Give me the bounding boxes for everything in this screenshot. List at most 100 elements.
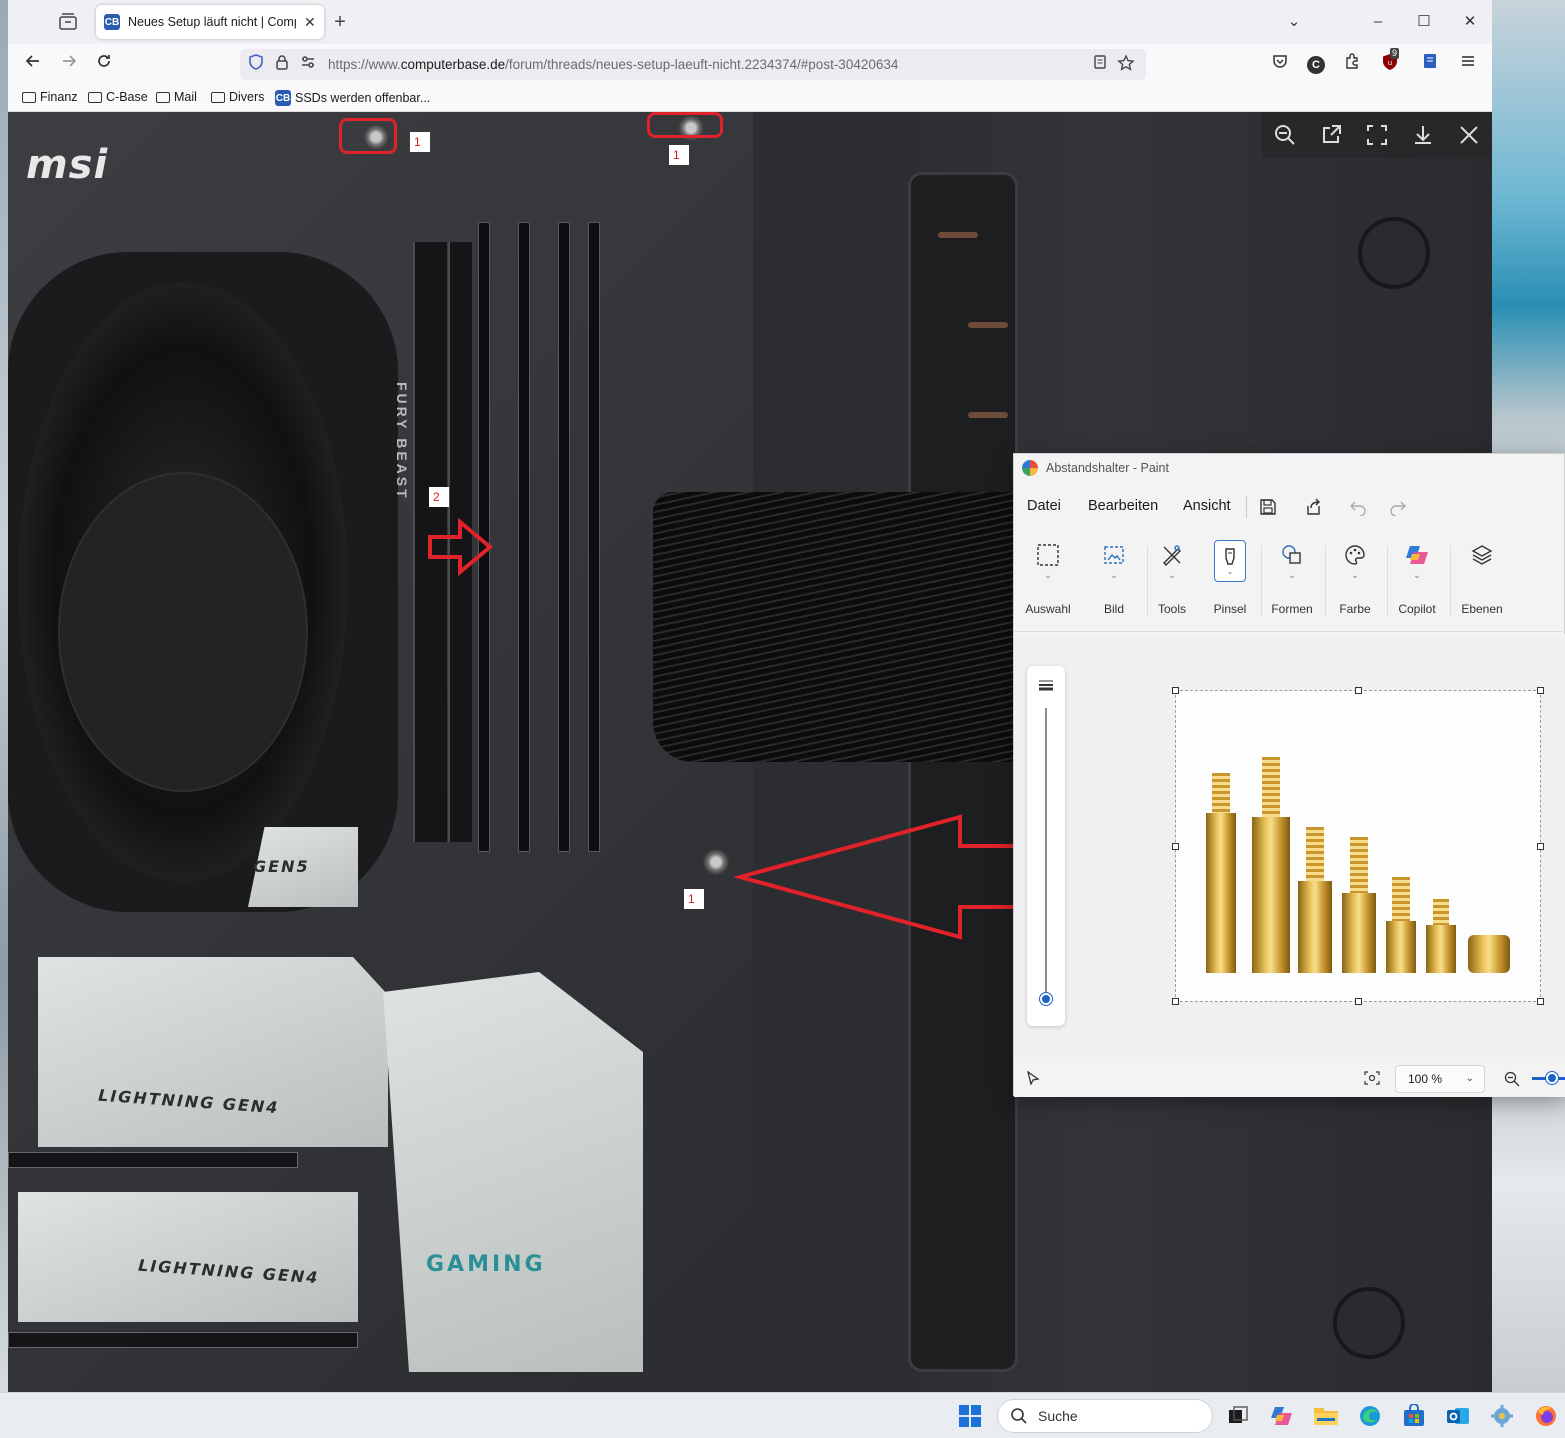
save-button[interactable] xyxy=(1256,495,1280,519)
tool-ebenen[interactable]: Ebenen xyxy=(1451,540,1513,624)
annotation-arrow-right xyxy=(428,517,494,577)
paint-canvas-area[interactable] xyxy=(1014,634,1565,1057)
zoom-slider-thumb[interactable] xyxy=(1546,1072,1558,1084)
resize-handle[interactable] xyxy=(1172,843,1179,850)
resize-handle[interactable] xyxy=(1355,998,1362,1005)
taskbar-settings-app[interactable] xyxy=(1487,1401,1517,1431)
undo-icon xyxy=(1350,501,1366,516)
fit-to-window-icon[interactable] xyxy=(1364,1071,1380,1085)
taskbar-file-explorer[interactable] xyxy=(1311,1401,1341,1431)
menu-bearbeiten[interactable]: Bearbeiten xyxy=(1088,498,1158,514)
zoom-out-icon xyxy=(1275,125,1295,145)
tool-label: Bild xyxy=(1103,602,1124,616)
menu-icon[interactable] xyxy=(1456,52,1480,76)
tab-list-button[interactable] xyxy=(56,10,80,34)
permissions-icon[interactable] xyxy=(298,54,318,74)
tool-bild[interactable]: ⌄ Bild xyxy=(1083,540,1145,624)
taskbar-edge[interactable] xyxy=(1355,1401,1385,1431)
menu-ansicht[interactable]: Ansicht xyxy=(1183,498,1231,514)
resize-handle[interactable] xyxy=(1172,998,1179,1005)
open-external-button[interactable] xyxy=(1316,120,1346,150)
bookmark-ssds[interactable]: CB SSDs werden offenbar... xyxy=(275,90,430,106)
pocket-icon[interactable] xyxy=(1268,52,1292,76)
taskbar-search[interactable]: Suche xyxy=(997,1399,1213,1433)
bookmark-star-icon[interactable] xyxy=(1116,54,1136,74)
taskbar-firefox[interactable] xyxy=(1531,1401,1561,1431)
brush-size-slider[interactable] xyxy=(1027,666,1065,1026)
paint-menu-bar: Datei Bearbeiten Ansicht xyxy=(1014,490,1565,526)
ublock-badge: 9 xyxy=(1390,48,1400,59)
resize-handle[interactable] xyxy=(1537,998,1544,1005)
chevron-down-icon: ⌄ xyxy=(1465,1073,1474,1084)
tool-label: Formen xyxy=(1271,602,1313,616)
taskbar-outlook[interactable] xyxy=(1443,1401,1473,1431)
back-button[interactable] xyxy=(20,51,46,77)
fullscreen-button[interactable] xyxy=(1362,120,1392,150)
taskview-button[interactable] xyxy=(1223,1401,1253,1431)
resize-handle[interactable] xyxy=(1537,843,1544,850)
m2-heatsink xyxy=(38,957,388,1147)
zoom-level-dropdown[interactable]: 100 % ⌄ xyxy=(1395,1065,1485,1093)
bookmarks-toolbar: Finanz C-Base Mail Divers CB SSDs werden … xyxy=(8,84,1492,112)
undo-button[interactable] xyxy=(1346,495,1370,519)
new-tab-button[interactable]: + xyxy=(328,10,352,34)
tracking-protection-shield-icon[interactable] xyxy=(246,54,266,74)
slider-thumb[interactable] xyxy=(1040,993,1052,1005)
tool-tools[interactable]: ⌄ Tools xyxy=(1141,540,1203,624)
tab-close-icon[interactable]: ✕ xyxy=(304,14,316,31)
forward-button[interactable] xyxy=(56,51,82,77)
minimize-button[interactable]: – xyxy=(1364,8,1392,36)
tool-label: Copilot xyxy=(1398,602,1436,616)
tool-pinsel[interactable]: ⌄ Pinsel xyxy=(1199,540,1261,624)
tool-copilot[interactable]: ⌄ Copilot xyxy=(1386,540,1448,624)
reader-view-icon[interactable] xyxy=(1090,54,1110,74)
bookmark-folder-c-base[interactable]: C-Base xyxy=(88,90,148,104)
redo-button[interactable] xyxy=(1386,495,1410,519)
list-all-tabs-button[interactable]: ⌄ xyxy=(1280,8,1308,36)
case-cable-slot xyxy=(938,232,978,238)
paint-window-title: Abstandshalter - Paint xyxy=(1046,461,1169,475)
extensions-icon[interactable] xyxy=(1340,52,1364,76)
account-letter: C xyxy=(1307,56,1325,74)
close-lightbox-button[interactable] xyxy=(1454,120,1484,150)
reading-list-icon[interactable] xyxy=(1418,52,1442,76)
account-icon[interactable]: C xyxy=(1304,52,1328,76)
url-bar[interactable]: https://www.computerbase.de/forum/thread… xyxy=(240,49,1146,80)
paint-app-icon xyxy=(1022,460,1038,476)
zoom-out-button[interactable] xyxy=(1270,120,1300,150)
close-window-button[interactable]: ✕ xyxy=(1456,8,1484,36)
bookmark-folder-divers[interactable]: Divers xyxy=(211,90,264,104)
download-button[interactable] xyxy=(1408,120,1438,150)
lock-icon[interactable] xyxy=(272,54,292,74)
tool-formen[interactable]: ⌄ Formen xyxy=(1261,540,1323,624)
resize-handle[interactable] xyxy=(1537,687,1544,694)
bookmark-folder-finanz[interactable]: Finanz xyxy=(22,90,78,104)
resize-handle[interactable] xyxy=(1355,687,1362,694)
start-button[interactable] xyxy=(955,1401,985,1431)
pcie-slot xyxy=(8,1332,358,1348)
tab-list-icon xyxy=(59,13,77,30)
power-cables xyxy=(653,492,1013,762)
reload-button[interactable] xyxy=(91,51,117,77)
bookmark-label: C-Base xyxy=(106,90,148,104)
ublock-icon[interactable]: u 9 xyxy=(1378,48,1402,76)
m2-heatsink xyxy=(18,1192,358,1322)
canvas-image[interactable] xyxy=(1175,690,1541,1002)
resize-handle[interactable] xyxy=(1172,687,1179,694)
tool-farbe[interactable]: ⌄ Farbe xyxy=(1324,540,1386,624)
tool-auswahl[interactable]: ⌄ Auswahl xyxy=(1017,540,1079,624)
desktop-wallpaper-left xyxy=(0,0,8,1392)
zoom-out-icon[interactable] xyxy=(1504,1071,1520,1087)
taskbar-store[interactable] xyxy=(1399,1401,1429,1431)
computerbase-favicon-icon: CB xyxy=(275,90,291,106)
menu-divider xyxy=(1246,496,1247,518)
bookmark-folder-mail[interactable]: Mail xyxy=(156,90,197,104)
maximize-button[interactable]: ☐ xyxy=(1410,8,1438,36)
share-button[interactable] xyxy=(1301,495,1325,519)
url-text[interactable]: https://www.computerbase.de/forum/thread… xyxy=(328,57,898,72)
menu-datei[interactable]: Datei xyxy=(1027,498,1061,514)
url-domain: computerbase.de xyxy=(400,57,506,72)
chevron-down-icon: ⌄ xyxy=(1413,570,1421,580)
taskbar-copilot[interactable] xyxy=(1267,1401,1297,1431)
tab-active[interactable]: CB Neues Setup läuft nicht | Compu ✕ xyxy=(96,5,324,39)
